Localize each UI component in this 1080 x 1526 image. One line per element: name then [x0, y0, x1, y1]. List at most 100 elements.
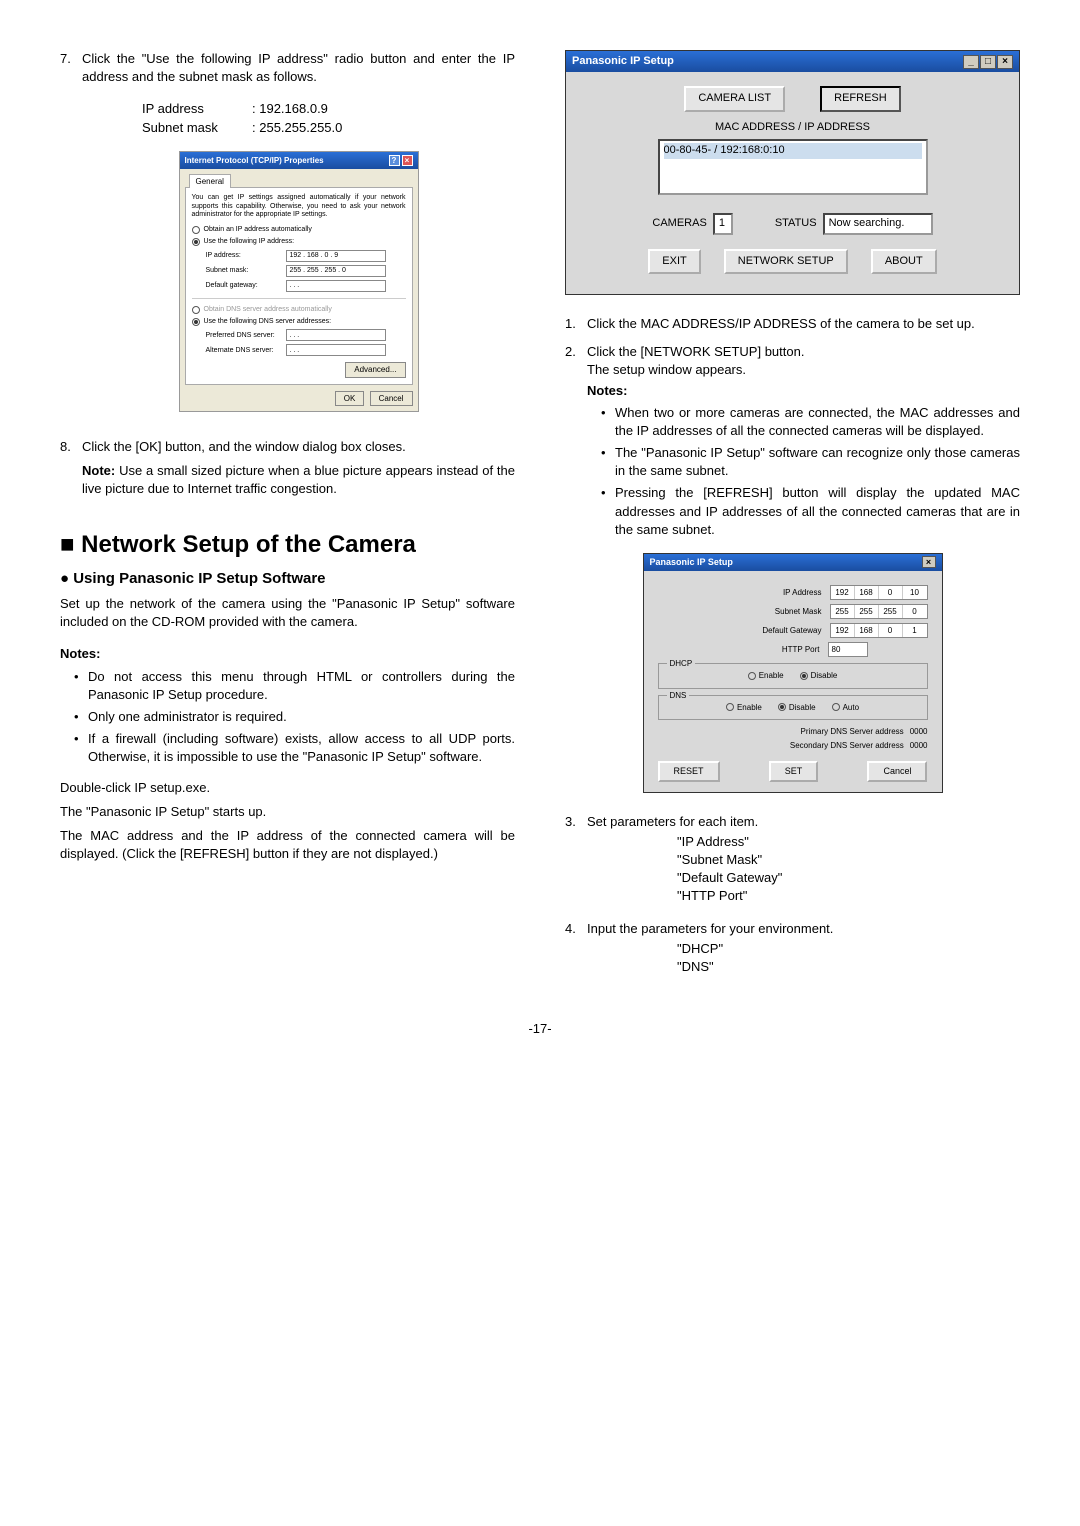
pdns-label: Primary DNS Server address — [658, 726, 910, 737]
mask-value: 255.255.255.0 — [252, 119, 342, 137]
note-1: Do not access this menu through HTML or … — [88, 668, 515, 704]
dhcp-disable-label: Disable — [811, 670, 838, 681]
dhcp-disable-radio[interactable] — [800, 672, 808, 680]
note-2: Only one administrator is required. — [88, 708, 287, 726]
tcpip-title: Internet Protocol (TCP/IP) Properties — [185, 155, 324, 166]
radio-auto-ip[interactable] — [192, 226, 200, 234]
step7-text: Click the "Use the following IP address"… — [82, 51, 515, 84]
cancel-button[interactable]: Cancel — [370, 391, 413, 406]
note-3: If a firewall (including software) exist… — [88, 730, 515, 766]
sf-port-l: HTTP Port — [708, 644, 828, 655]
dhcp-group-label: DHCP — [667, 658, 696, 669]
p-gw: "Default Gateway" — [677, 869, 1020, 887]
r-step4-text: Input the parameters for your environmen… — [587, 920, 1020, 938]
cancel-button[interactable]: Cancel — [867, 761, 927, 782]
mask-label: Subnet mask — [142, 119, 252, 137]
tcpip-window: Internet Protocol (TCP/IP) Properties ? … — [179, 151, 419, 412]
gw-field[interactable]: . . . — [286, 280, 386, 292]
dhcp-enable-label: Enable — [759, 670, 784, 681]
adns-label: Alternate DNS server: — [206, 346, 286, 356]
step7-num: 7. — [60, 50, 82, 432]
mask-field-label: Subnet mask: — [206, 266, 286, 276]
note-text: Use a small sized picture when a blue pi… — [82, 463, 515, 496]
tcpip-desc: You can get IP settings assigned automat… — [192, 194, 406, 219]
radio-use-ip[interactable] — [192, 238, 200, 246]
about-button[interactable]: ABOUT — [871, 249, 937, 274]
reset-button[interactable]: RESET — [658, 761, 720, 782]
r-step2-sub: The setup window appears. — [587, 361, 1020, 379]
sf-port[interactable]: 80 — [828, 642, 868, 657]
p-dns: "DNS" — [677, 958, 1020, 976]
sf-ip[interactable]: 192168010 — [830, 585, 928, 600]
ip-label: IP address — [142, 100, 252, 118]
tab-general[interactable]: General — [189, 174, 231, 188]
radio-use-ip-label: Use the following IP address: — [204, 237, 295, 247]
ok-button[interactable]: OK — [335, 391, 365, 406]
cameras-label: CAMERAS — [652, 216, 706, 231]
p-mask: "Subnet Mask" — [677, 851, 1020, 869]
radio-use-dns-label: Use the following DNS server addresses: — [204, 317, 332, 327]
r-step4-num: 4. — [565, 920, 587, 985]
p-dhcp: "DHCP" — [677, 940, 1020, 958]
adns-field[interactable]: . . . — [286, 344, 386, 356]
list-item[interactable]: 00-80-45- / 192:168:0:10 — [664, 143, 922, 158]
dns-disable-radio[interactable] — [778, 703, 786, 711]
r-step1-text: Click the MAC ADDRESS/IP ADDRESS of the … — [587, 315, 1020, 333]
p-http: "HTTP Port" — [677, 887, 1020, 905]
r-step1-num: 1. — [565, 315, 587, 333]
help-icon[interactable]: ? — [389, 155, 400, 166]
dns-enable-label: Enable — [737, 702, 762, 713]
pdns-field[interactable]: . . . — [286, 329, 386, 341]
r-step2-num: 2. — [565, 343, 587, 543]
dns-auto-label: Auto — [843, 702, 859, 713]
intro-para: Set up the network of the camera using t… — [60, 595, 515, 631]
network-setup-button[interactable]: NETWORK SETUP — [724, 249, 848, 274]
refresh-button[interactable]: REFRESH — [820, 86, 901, 111]
mask-field[interactable]: 255 . 255 . 255 . 0 — [286, 265, 386, 277]
radio-use-dns[interactable] — [192, 318, 200, 326]
sf-ip-l: IP Address — [710, 587, 830, 598]
dc3: The MAC address and the IP address of th… — [60, 827, 515, 863]
advanced-button[interactable]: Advanced... — [345, 362, 405, 377]
sf-gw[interactable]: 19216801 — [830, 623, 928, 638]
close-icon[interactable]: × — [997, 55, 1013, 69]
radio-auto-ip-label: Obtain an IP address automatically — [204, 225, 312, 235]
sf-gw-l: Default Gateway — [710, 625, 830, 636]
ip-field-label: IP address: — [206, 251, 286, 261]
set-button[interactable]: SET — [769, 761, 819, 782]
sdns-field: 0000 — [910, 740, 928, 751]
sf-mask[interactable]: 2552552550 — [830, 604, 928, 619]
dns-enable-radio[interactable] — [726, 703, 734, 711]
radio-auto-dns — [192, 306, 200, 314]
panasonic-ip-window: Panasonic IP Setup _ □ × CAMERA LIST REF… — [565, 50, 1020, 295]
r-step3-text: Set parameters for each item. — [587, 813, 1020, 831]
dhcp-enable-radio[interactable] — [748, 672, 756, 680]
pdns-field: 0000 — [910, 726, 928, 737]
sf-mask-l: Subnet Mask — [710, 606, 830, 617]
gw-field-label: Default gateway: — [206, 281, 286, 291]
ip-field[interactable]: 192 . 168 . 0 . 9 — [286, 250, 386, 262]
camera-list-button[interactable]: CAMERA LIST — [684, 86, 785, 111]
dns-auto-radio[interactable] — [832, 703, 840, 711]
r-note-3: Pressing the [REFRESH] button will displ… — [615, 484, 1020, 539]
r-notes-hd: Notes: — [587, 382, 1020, 400]
status-value: Now searching. — [823, 213, 933, 234]
close-icon[interactable]: × — [922, 556, 936, 568]
exit-button[interactable]: EXIT — [648, 249, 700, 274]
minimize-icon[interactable]: _ — [963, 55, 979, 69]
sdns-label: Secondary DNS Server address — [658, 740, 910, 751]
panawin-title: Panasonic IP Setup — [572, 54, 674, 69]
close-icon[interactable]: × — [402, 155, 413, 166]
mac-label: MAC ADDRESS / IP ADDRESS — [584, 120, 1001, 135]
dc1: Double-click IP setup.exe. — [60, 779, 515, 797]
dns-disable-label: Disable — [789, 702, 816, 713]
step8-num: 8. — [60, 438, 82, 456]
section-heading: ■ Network Setup of the Camera — [60, 528, 515, 562]
mac-list[interactable]: 00-80-45- / 192:168:0:10 — [658, 139, 928, 195]
r-note-2: The "Panasonic IP Setup" software can re… — [615, 444, 1020, 480]
step8-text: Click the [OK] button, and the window di… — [82, 439, 406, 454]
notes-heading: Notes: — [60, 645, 515, 663]
p-ip: "IP Address" — [677, 833, 1020, 851]
maximize-icon[interactable]: □ — [980, 55, 996, 69]
r-note-1: When two or more cameras are connected, … — [615, 404, 1020, 440]
